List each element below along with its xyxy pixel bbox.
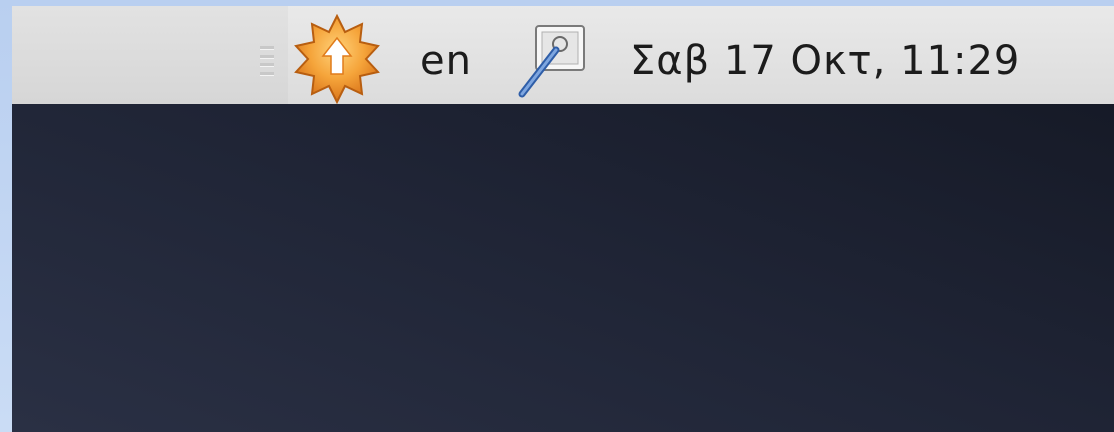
screenshot-tool-icon[interactable] <box>512 22 594 100</box>
keyboard-layout-indicator[interactable]: en <box>420 36 472 86</box>
panel-empty-area <box>12 6 288 104</box>
desktop-background <box>12 104 1114 432</box>
update-star-icon <box>294 14 380 104</box>
screenshot-pen-icon <box>518 25 585 98</box>
top-panel: en Σαβ 17 Οκτ, 11:29 <box>12 6 1114 104</box>
tray-drag-handle[interactable] <box>260 46 274 76</box>
clock-date-time[interactable]: Σαβ 17 Οκτ, 11:29 <box>630 36 1020 86</box>
software-update-icon[interactable] <box>292 14 382 104</box>
